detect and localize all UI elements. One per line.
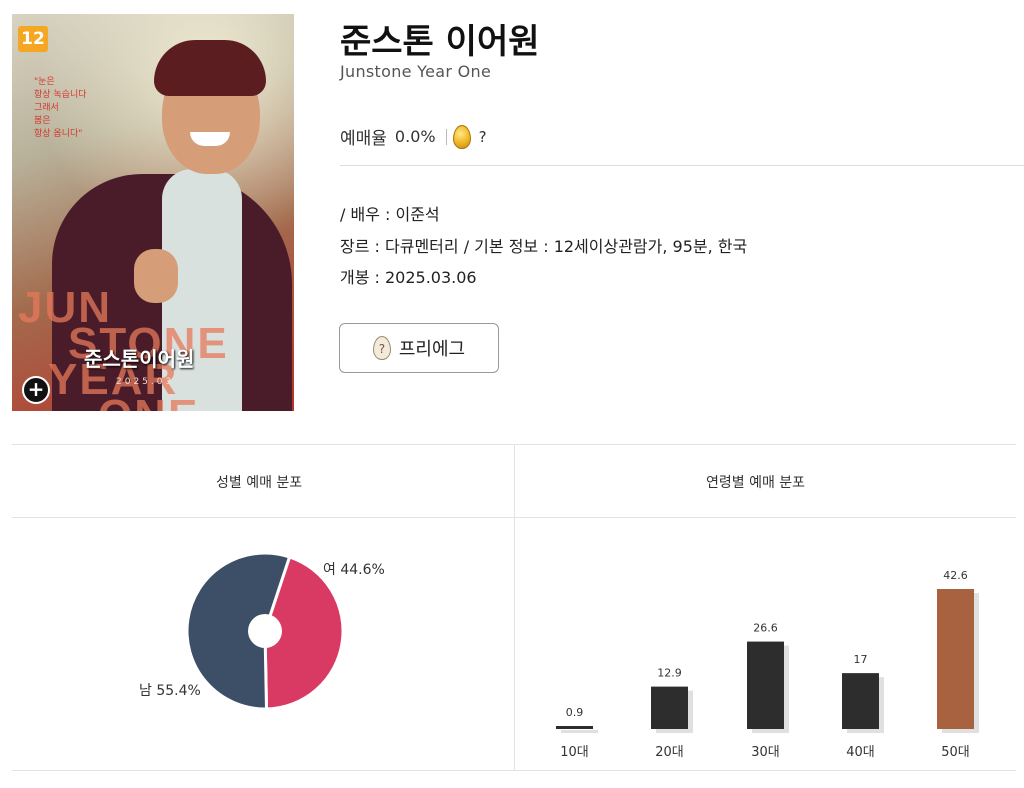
bar-value-label: 26.6 <box>753 622 778 635</box>
bar <box>937 589 974 729</box>
pie-slice-label: 남 55.4% <box>139 683 201 699</box>
donut-hole <box>248 614 282 648</box>
bar-value-label: 42.6 <box>943 569 968 582</box>
bar-value-label: 0.9 <box>566 706 584 719</box>
bar <box>747 641 784 729</box>
bar-value-label: 17 <box>854 653 868 666</box>
bar-value-label: 12.9 <box>657 667 682 680</box>
bar-shadow <box>561 730 598 733</box>
bar <box>651 686 688 729</box>
bar <box>842 673 879 729</box>
distribution-charts: 여 44.6% 남 55.4% 0.9 10대 12.9 20대 26.6 30대 17 40대 4… <box>139 551 979 760</box>
pie-slice-label: 여 44.6% <box>323 562 385 578</box>
bar-category-label: 20대 <box>655 745 684 760</box>
bar-category-label: 10대 <box>560 745 589 760</box>
bar-category-label: 40대 <box>846 745 875 760</box>
bar-category-label: 50대 <box>941 745 970 760</box>
bar <box>556 726 593 729</box>
bar-category-label: 30대 <box>751 745 780 760</box>
